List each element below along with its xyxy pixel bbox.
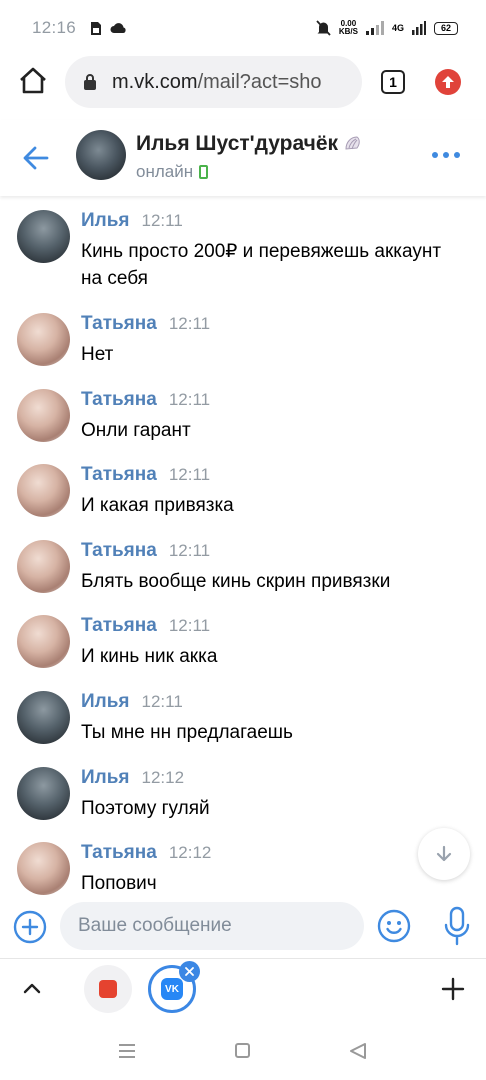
message-time: 12:11 [168, 465, 211, 484]
message-input[interactable] [60, 902, 364, 950]
url-text: m.vk.com/mail?act=sho [112, 71, 322, 94]
aliexpress-logo-icon [99, 980, 117, 998]
back-arrow-icon[interactable] [22, 144, 50, 172]
clock: 12:16 [32, 18, 77, 37]
back-nav-icon[interactable] [349, 1042, 367, 1060]
vk-logo-icon: VK [161, 978, 183, 1000]
dot-icon [432, 152, 438, 158]
new-tab-plus-icon[interactable] [441, 977, 465, 1001]
tab-count: 1 [389, 74, 397, 90]
sender-name[interactable]: Татьяна [81, 540, 157, 562]
sim-card-icon [91, 21, 102, 35]
message-text: И кинь ник акка [81, 646, 218, 667]
message-text: И какая привязка [81, 495, 234, 516]
sender-name[interactable]: Татьяна [81, 615, 157, 637]
message-time: 12:11 [168, 541, 211, 560]
status-text: онлайн [136, 162, 194, 181]
sender-name[interactable]: Татьяна [81, 842, 157, 864]
sender-name[interactable]: Татьяна [81, 464, 157, 486]
sender-avatar[interactable] [17, 691, 70, 744]
chat-header: Илья Шуст'дурачёк онлайн [0, 120, 486, 196]
arrow-down-icon [436, 845, 452, 862]
message-time: 12:11 [168, 390, 211, 409]
message-text: Онли гарант [81, 420, 191, 441]
url-path: /mail?act=sho [197, 70, 322, 93]
recent-apps-icon[interactable] [119, 1044, 135, 1058]
chat-avatar[interactable] [76, 130, 126, 180]
chat-title[interactable]: Илья Шуст'дурачёк [136, 132, 362, 156]
scroll-to-bottom-button[interactable] [418, 828, 470, 880]
address-bar[interactable]: m.vk.com/mail?act=sho [65, 56, 362, 108]
sender-avatar[interactable] [17, 313, 70, 366]
battery-level: 62 [440, 23, 451, 33]
sender-name[interactable]: Илья [81, 691, 130, 713]
message-text: Нет [81, 344, 114, 365]
sender-name[interactable]: Татьяна [81, 313, 157, 335]
sender-avatar[interactable] [17, 389, 70, 442]
url-host: m.vk.com [112, 70, 198, 93]
tab-switcher-button[interactable]: 1 [381, 70, 405, 94]
signal-icon [365, 21, 384, 35]
battery-icon: 62 [434, 21, 458, 35]
message-text: Поэтому гуляй [81, 798, 210, 819]
sender-avatar[interactable] [17, 615, 70, 668]
sender-name[interactable]: Татьяна [81, 389, 157, 411]
home-icon[interactable] [18, 66, 48, 96]
update-button[interactable] [435, 69, 461, 95]
sender-avatar[interactable] [17, 464, 70, 517]
home-nav-icon[interactable] [235, 1043, 250, 1058]
message-text: Кинь просто 200₽ и перевяжешь аккаунт на… [81, 241, 442, 289]
attach-plus-icon[interactable] [13, 910, 47, 944]
message-time: 12:11 [168, 616, 211, 635]
message-text: Ты мне нн предлагаешь [81, 722, 293, 743]
vk-logo-text: VK [165, 983, 179, 995]
message-text: Попович [81, 873, 157, 894]
message-time: 12:11 [141, 211, 183, 230]
emoji-icon[interactable] [377, 909, 411, 943]
sender-avatar[interactable] [17, 540, 70, 593]
signal-icon-2 [412, 21, 426, 35]
online-status: онлайн [136, 162, 209, 182]
message-composer [0, 898, 486, 954]
shell-emoji-icon [345, 136, 360, 150]
close-icon [185, 967, 194, 976]
dot-icon [443, 152, 449, 158]
message-text: Блять вообще кинь скрин привязки [81, 571, 391, 592]
chevron-up-icon[interactable] [22, 981, 42, 995]
mute-bell-icon [316, 20, 331, 36]
network-type: 4G [391, 23, 404, 33]
cloud-icon [110, 23, 126, 33]
close-tab-button[interactable] [179, 961, 200, 982]
browser-toolbar: m.vk.com/mail?act=sho 1 [0, 56, 486, 114]
lock-icon [84, 74, 96, 90]
network-speed: 0.00 KB/S [339, 20, 358, 36]
tab-aliexpress[interactable] [84, 965, 132, 1013]
message-time: 12:11 [168, 314, 211, 333]
message-time: 12:12 [168, 843, 212, 862]
mobile-online-icon [199, 165, 209, 179]
message-list[interactable]: Илья 12:11 Кинь просто 200₽ и перевяжешь … [0, 200, 486, 895]
message-time: 12:11 [141, 692, 183, 711]
speed-unit: KB/S [338, 27, 358, 36]
microphone-icon[interactable] [443, 906, 471, 946]
sender-avatar[interactable] [17, 842, 70, 895]
dot-icon [454, 152, 460, 158]
sender-name[interactable]: Илья [81, 767, 130, 789]
sender-avatar[interactable] [17, 210, 70, 263]
sender-avatar[interactable] [17, 767, 70, 820]
browser-tab-bar: VK [0, 958, 486, 1022]
chat-name: Илья Шуст'дурачёк [136, 132, 339, 155]
system-nav-bar [0, 1022, 486, 1080]
status-bar: 12:16 0.00 KB/S 4G 62 [0, 0, 486, 56]
arrow-up-icon [442, 76, 454, 88]
more-options-button[interactable] [432, 152, 460, 158]
sender-name[interactable]: Илья [81, 210, 130, 232]
message-time: 12:12 [141, 768, 185, 787]
